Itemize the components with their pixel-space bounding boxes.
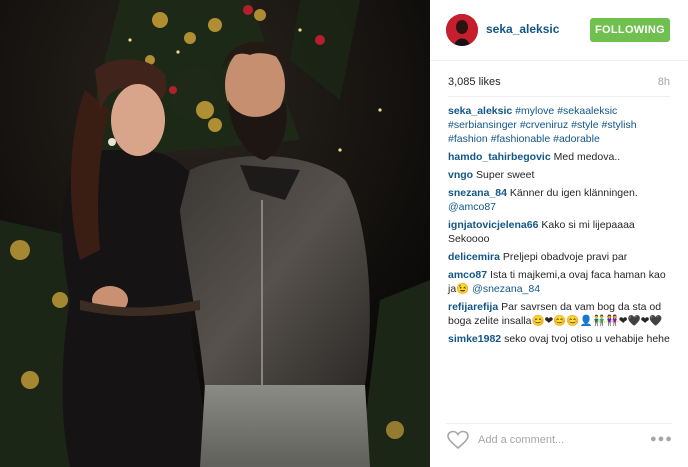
username-link[interactable]: seka_aleksic bbox=[486, 22, 559, 36]
avatar[interactable] bbox=[446, 14, 478, 46]
comment-author[interactable]: amco87 bbox=[448, 269, 487, 281]
comment-item: snezana_84 Känner du igen klänningen. @a… bbox=[448, 186, 670, 214]
add-comment-input[interactable] bbox=[478, 432, 628, 448]
comment-text: Känner du igen klänningen. bbox=[509, 187, 638, 199]
comment-author[interactable]: refijarefija bbox=[448, 301, 498, 313]
comment-item: vngo Super sweet bbox=[448, 168, 670, 182]
comment-item: delicemira Preljepi obadvoje pravi par bbox=[448, 250, 670, 264]
comment-item: simke1982 seko ovaj tvoj otiso u vehabij… bbox=[448, 332, 670, 346]
comment-author[interactable]: simke1982 bbox=[448, 333, 501, 345]
comment-text: Super sweet bbox=[476, 169, 535, 181]
comment-author[interactable]: delicemira bbox=[448, 251, 500, 263]
stats-divider bbox=[448, 96, 670, 97]
caption-author[interactable]: seka_aleksic bbox=[448, 105, 512, 117]
comment-text: Med medova.. bbox=[553, 151, 621, 163]
likes-count[interactable]: 3,085 likes bbox=[448, 76, 501, 88]
comment-text: Preljepi obadvoje pravi par bbox=[502, 251, 628, 263]
mention-link[interactable]: @amco87 bbox=[448, 201, 496, 213]
comment-item: ignjatovicjelena66 Kako si mi lijepaaaa … bbox=[448, 218, 670, 246]
comment-bar: ●●● bbox=[446, 423, 672, 454]
ellipsis-icon[interactable]: ●●● bbox=[650, 433, 672, 445]
comment-item: refijarefija Par savrsen da vam bog da s… bbox=[448, 300, 670, 328]
hashtag-link[interactable]: #stylish bbox=[602, 119, 637, 131]
hashtag-link[interactable]: #serbiansinger bbox=[448, 119, 517, 131]
mention-link[interactable]: @snezana_84 bbox=[472, 283, 540, 295]
photo-illustration bbox=[0, 0, 430, 467]
post-stats: 3,085 likes 8h bbox=[448, 76, 670, 92]
caption: seka_aleksic #mylove #sekaaleksic #serbi… bbox=[448, 104, 670, 146]
heart-outline-icon[interactable] bbox=[446, 430, 470, 450]
hashtag-link[interactable]: #fashion bbox=[448, 133, 488, 145]
hashtag-link[interactable]: #style bbox=[571, 119, 598, 131]
comment-author[interactable]: ignjatovicjelena66 bbox=[448, 219, 538, 231]
post-photo[interactable] bbox=[0, 0, 430, 467]
post-sidebar: seka_aleksic FOLLOWING 3,085 likes 8h se… bbox=[430, 0, 688, 467]
hashtag-link[interactable]: #adorable bbox=[553, 133, 600, 145]
comment-list: seka_aleksic #mylove #sekaaleksic #serbi… bbox=[448, 104, 670, 350]
comment-author[interactable]: hamdo_tahirbegovic bbox=[448, 151, 551, 163]
post-header: seka_aleksic FOLLOWING bbox=[430, 0, 688, 61]
hashtag-link[interactable]: #sekaaleksic bbox=[557, 105, 617, 117]
comment-item: amco87 Ista ti majkemi,a ovaj faca haman… bbox=[448, 268, 670, 296]
comment-item: hamdo_tahirbegovic Med medova.. bbox=[448, 150, 670, 164]
comment-author[interactable]: snezana_84 bbox=[448, 187, 507, 199]
hashtag-link[interactable]: #fashionable bbox=[491, 133, 551, 145]
avatar-image bbox=[446, 14, 478, 46]
comment-author[interactable]: vngo bbox=[448, 169, 473, 181]
post-time[interactable]: 8h bbox=[658, 76, 670, 88]
following-button[interactable]: FOLLOWING bbox=[590, 18, 670, 42]
comment-text: seko ovaj tvoj otiso u vehabije hehe bbox=[504, 333, 670, 345]
hashtag-link[interactable]: #crveniruz bbox=[520, 119, 568, 131]
hashtag-link[interactable]: #mylove bbox=[515, 105, 554, 117]
